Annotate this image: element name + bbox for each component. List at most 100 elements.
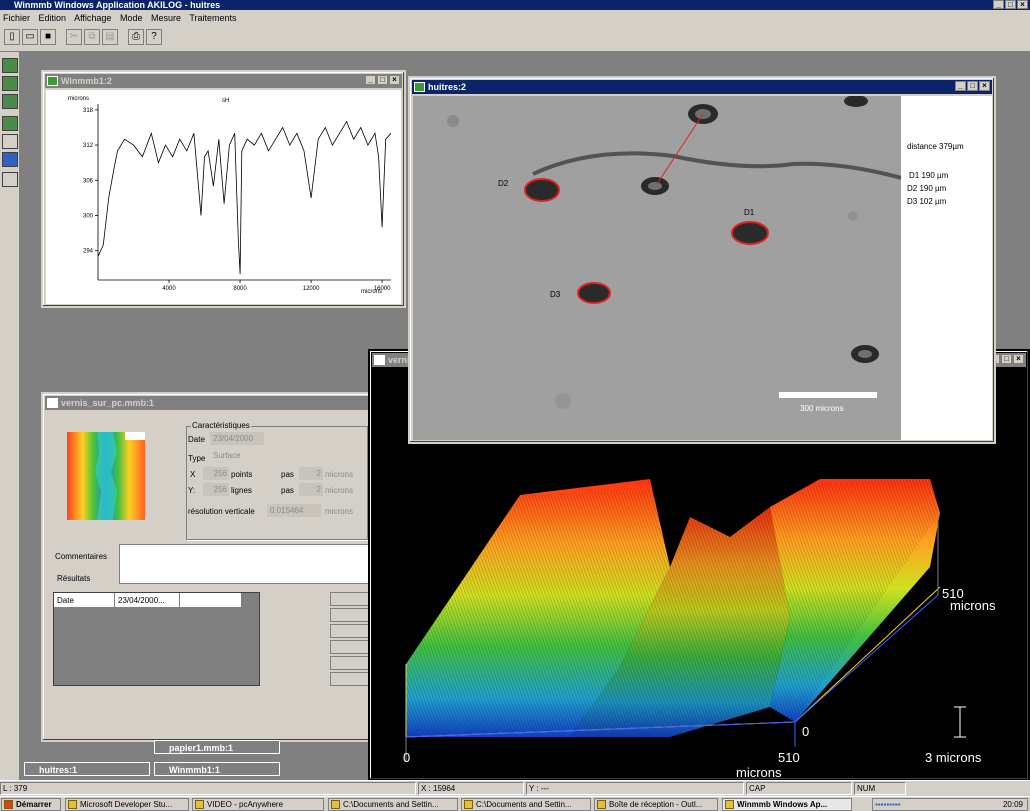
x-tick-label: 12000 xyxy=(303,286,320,292)
characteristics-window-title: vernis_sur_pc.mmb:1 xyxy=(61,398,155,408)
minimize-icon[interactable]: _ xyxy=(955,81,966,91)
menu-edition[interactable]: Edition xyxy=(39,13,67,23)
left-toolbar xyxy=(0,52,20,780)
result-button-4[interactable] xyxy=(330,640,370,654)
status-num: NUM xyxy=(854,782,906,795)
minimized-winmmb1[interactable]: Winmmb1:1 xyxy=(154,762,280,776)
folder-icon xyxy=(331,800,340,809)
oyster-d1[interactable] xyxy=(731,221,769,245)
profile-window[interactable]: Winmmb1:2 _ □ × microns sH microns 294 300 3… xyxy=(41,70,406,308)
resolution-value[interactable]: 0.015464 xyxy=(267,504,321,517)
d2-readout: D2 190 µm xyxy=(907,184,947,193)
mail-icon xyxy=(597,800,606,809)
curve-tool-icon[interactable] xyxy=(2,94,18,109)
scale-bar xyxy=(779,392,877,398)
y-tick-label: 312 xyxy=(83,143,94,149)
minimize-icon[interactable]: _ xyxy=(365,75,376,85)
app-titlebar: Winmmb Windows Application AKILOG - huit… xyxy=(0,0,1030,10)
menu-mode[interactable]: Mode xyxy=(120,13,143,23)
task-pcanywhere[interactable]: VIDEO - pcAnywhere xyxy=(192,798,324,811)
paste-icon[interactable]: ▤ xyxy=(102,29,118,45)
x-max-label: 510 xyxy=(778,750,800,765)
microscope-image[interactable]: D2 D1 D3 300 microns xyxy=(413,95,902,440)
image-icon xyxy=(414,82,425,92)
close-icon[interactable]: × xyxy=(1017,0,1028,9)
x-tick-label: 4000 xyxy=(162,286,176,292)
surface-tool-icon[interactable] xyxy=(2,116,18,131)
task-devstudio[interactable]: Microsoft Developer Stu... xyxy=(65,798,189,811)
minimize-icon[interactable]: _ xyxy=(993,0,1004,9)
x-tick-label: 16000 xyxy=(374,286,391,292)
characteristics-window[interactable]: vernis_sur_pc.mmb:1 Caractéristiques Dat… xyxy=(41,392,376,742)
image-window-titlebar[interactable]: huitres:2 _ □ × xyxy=(412,80,992,94)
x-pas-value[interactable]: 2 xyxy=(299,467,323,480)
zoom-tool-icon[interactable] xyxy=(2,58,18,73)
x-points-value[interactable]: 256 xyxy=(203,467,229,480)
cut-icon[interactable]: ✂ xyxy=(66,29,82,45)
y-lignes-value[interactable]: 256 xyxy=(203,483,229,496)
y-pas-value[interactable]: 2 xyxy=(299,483,323,496)
new-icon[interactable]: ▯ xyxy=(4,29,20,45)
menu-fichier[interactable]: Fichier xyxy=(3,13,30,23)
profile-tool-icon[interactable] xyxy=(2,76,18,91)
resolution-label: résolution verticale xyxy=(188,507,255,516)
task-outlook[interactable]: Boîte de réception - Outl... xyxy=(594,798,718,811)
y-pas-label: pas xyxy=(281,486,294,495)
start-button[interactable]: Démarrer xyxy=(1,798,61,811)
app-window-controls[interactable]: _ □ × xyxy=(992,0,1028,10)
maximize-icon[interactable]: □ xyxy=(1001,354,1012,364)
print-icon[interactable]: ⎙ xyxy=(128,29,144,45)
save-icon[interactable]: ■ xyxy=(40,29,56,45)
result-button-6[interactable] xyxy=(330,672,370,686)
maximize-icon[interactable]: □ xyxy=(377,75,388,85)
d1-readout: D1 190 µm xyxy=(909,171,949,180)
copy-icon[interactable]: ⧉ xyxy=(84,29,100,45)
task-pcanywhere-label: VIDEO - pcAnywhere xyxy=(207,800,284,809)
status-bar: L : 379 X : 15964 Y : --- CAP NUM xyxy=(0,780,1030,796)
results-grid-row[interactable]: Date 23/04/2000... xyxy=(54,593,241,607)
task-devstudio-label: Microsoft Developer Stu... xyxy=(80,800,173,809)
tray-icons[interactable]: ▪▪▪▪▪▪▪▪▪ xyxy=(875,800,901,809)
measure-tool-icon[interactable] xyxy=(2,134,18,149)
maximize-icon[interactable]: □ xyxy=(967,81,978,91)
menu-mesure[interactable]: Mesure xyxy=(151,13,181,23)
task-winmmb[interactable]: Winmmb Windows Ap... xyxy=(722,798,852,811)
minimized-papier1[interactable]: papier1.mmb:1 xyxy=(154,740,280,754)
x-tick-label: 8000 xyxy=(233,286,247,292)
task-explorer-2[interactable]: C:\Documents and Settin... xyxy=(461,798,591,811)
x-label: X xyxy=(190,470,196,479)
close-icon[interactable]: × xyxy=(979,81,990,91)
close-icon[interactable]: × xyxy=(1013,354,1024,364)
filter-tool-icon[interactable] xyxy=(2,172,18,187)
menu-traitements[interactable]: Traitements xyxy=(189,13,236,23)
task-explorer-1[interactable]: C:\Documents and Settin... xyxy=(328,798,458,811)
label-d3: D3 xyxy=(550,290,561,299)
comments-field[interactable] xyxy=(119,544,374,584)
graph-icon xyxy=(47,76,58,86)
result-button-1[interactable] xyxy=(330,592,370,606)
x-microns-label: microns xyxy=(325,470,354,479)
close-icon[interactable]: × xyxy=(389,75,400,85)
result-button-2[interactable] xyxy=(330,608,370,622)
series-legend: sH xyxy=(222,98,229,104)
result-button-5[interactable] xyxy=(330,656,370,670)
y-tick-label: 306 xyxy=(83,178,94,184)
oyster-d2[interactable] xyxy=(524,178,560,202)
result-button-3[interactable] xyxy=(330,624,370,638)
help-icon[interactable]: ? xyxy=(146,29,162,45)
open-icon[interactable]: ▭ xyxy=(22,29,38,45)
menu-affichage[interactable]: Affichage xyxy=(74,13,111,23)
oyster-d3[interactable] xyxy=(577,282,611,304)
profile-plot-area: microns sH microns 294 300 306 312 318 4000 80… xyxy=(46,90,401,304)
date-field[interactable]: 23/04/2000 xyxy=(210,432,264,445)
maximize-icon[interactable]: □ xyxy=(1005,0,1016,9)
image-window[interactable]: huitres:2 _ □ × D2 D1 D3 300 microns dis… xyxy=(408,76,996,444)
z-min-label: 0 xyxy=(802,724,809,739)
minimized-huitres1[interactable]: huitres:1 xyxy=(24,762,150,776)
profile-window-titlebar[interactable]: Winmmb1:2 _ □ × xyxy=(45,74,402,88)
results-grid[interactable]: Date 23/04/2000... xyxy=(53,592,260,686)
characteristics-window-titlebar[interactable]: vernis_sur_pc.mmb:1 xyxy=(45,396,372,410)
status-x: X : 15964 xyxy=(418,782,524,795)
task-winmmb-label: Winmmb Windows Ap... xyxy=(737,800,828,809)
color-tool-icon[interactable] xyxy=(2,152,18,167)
